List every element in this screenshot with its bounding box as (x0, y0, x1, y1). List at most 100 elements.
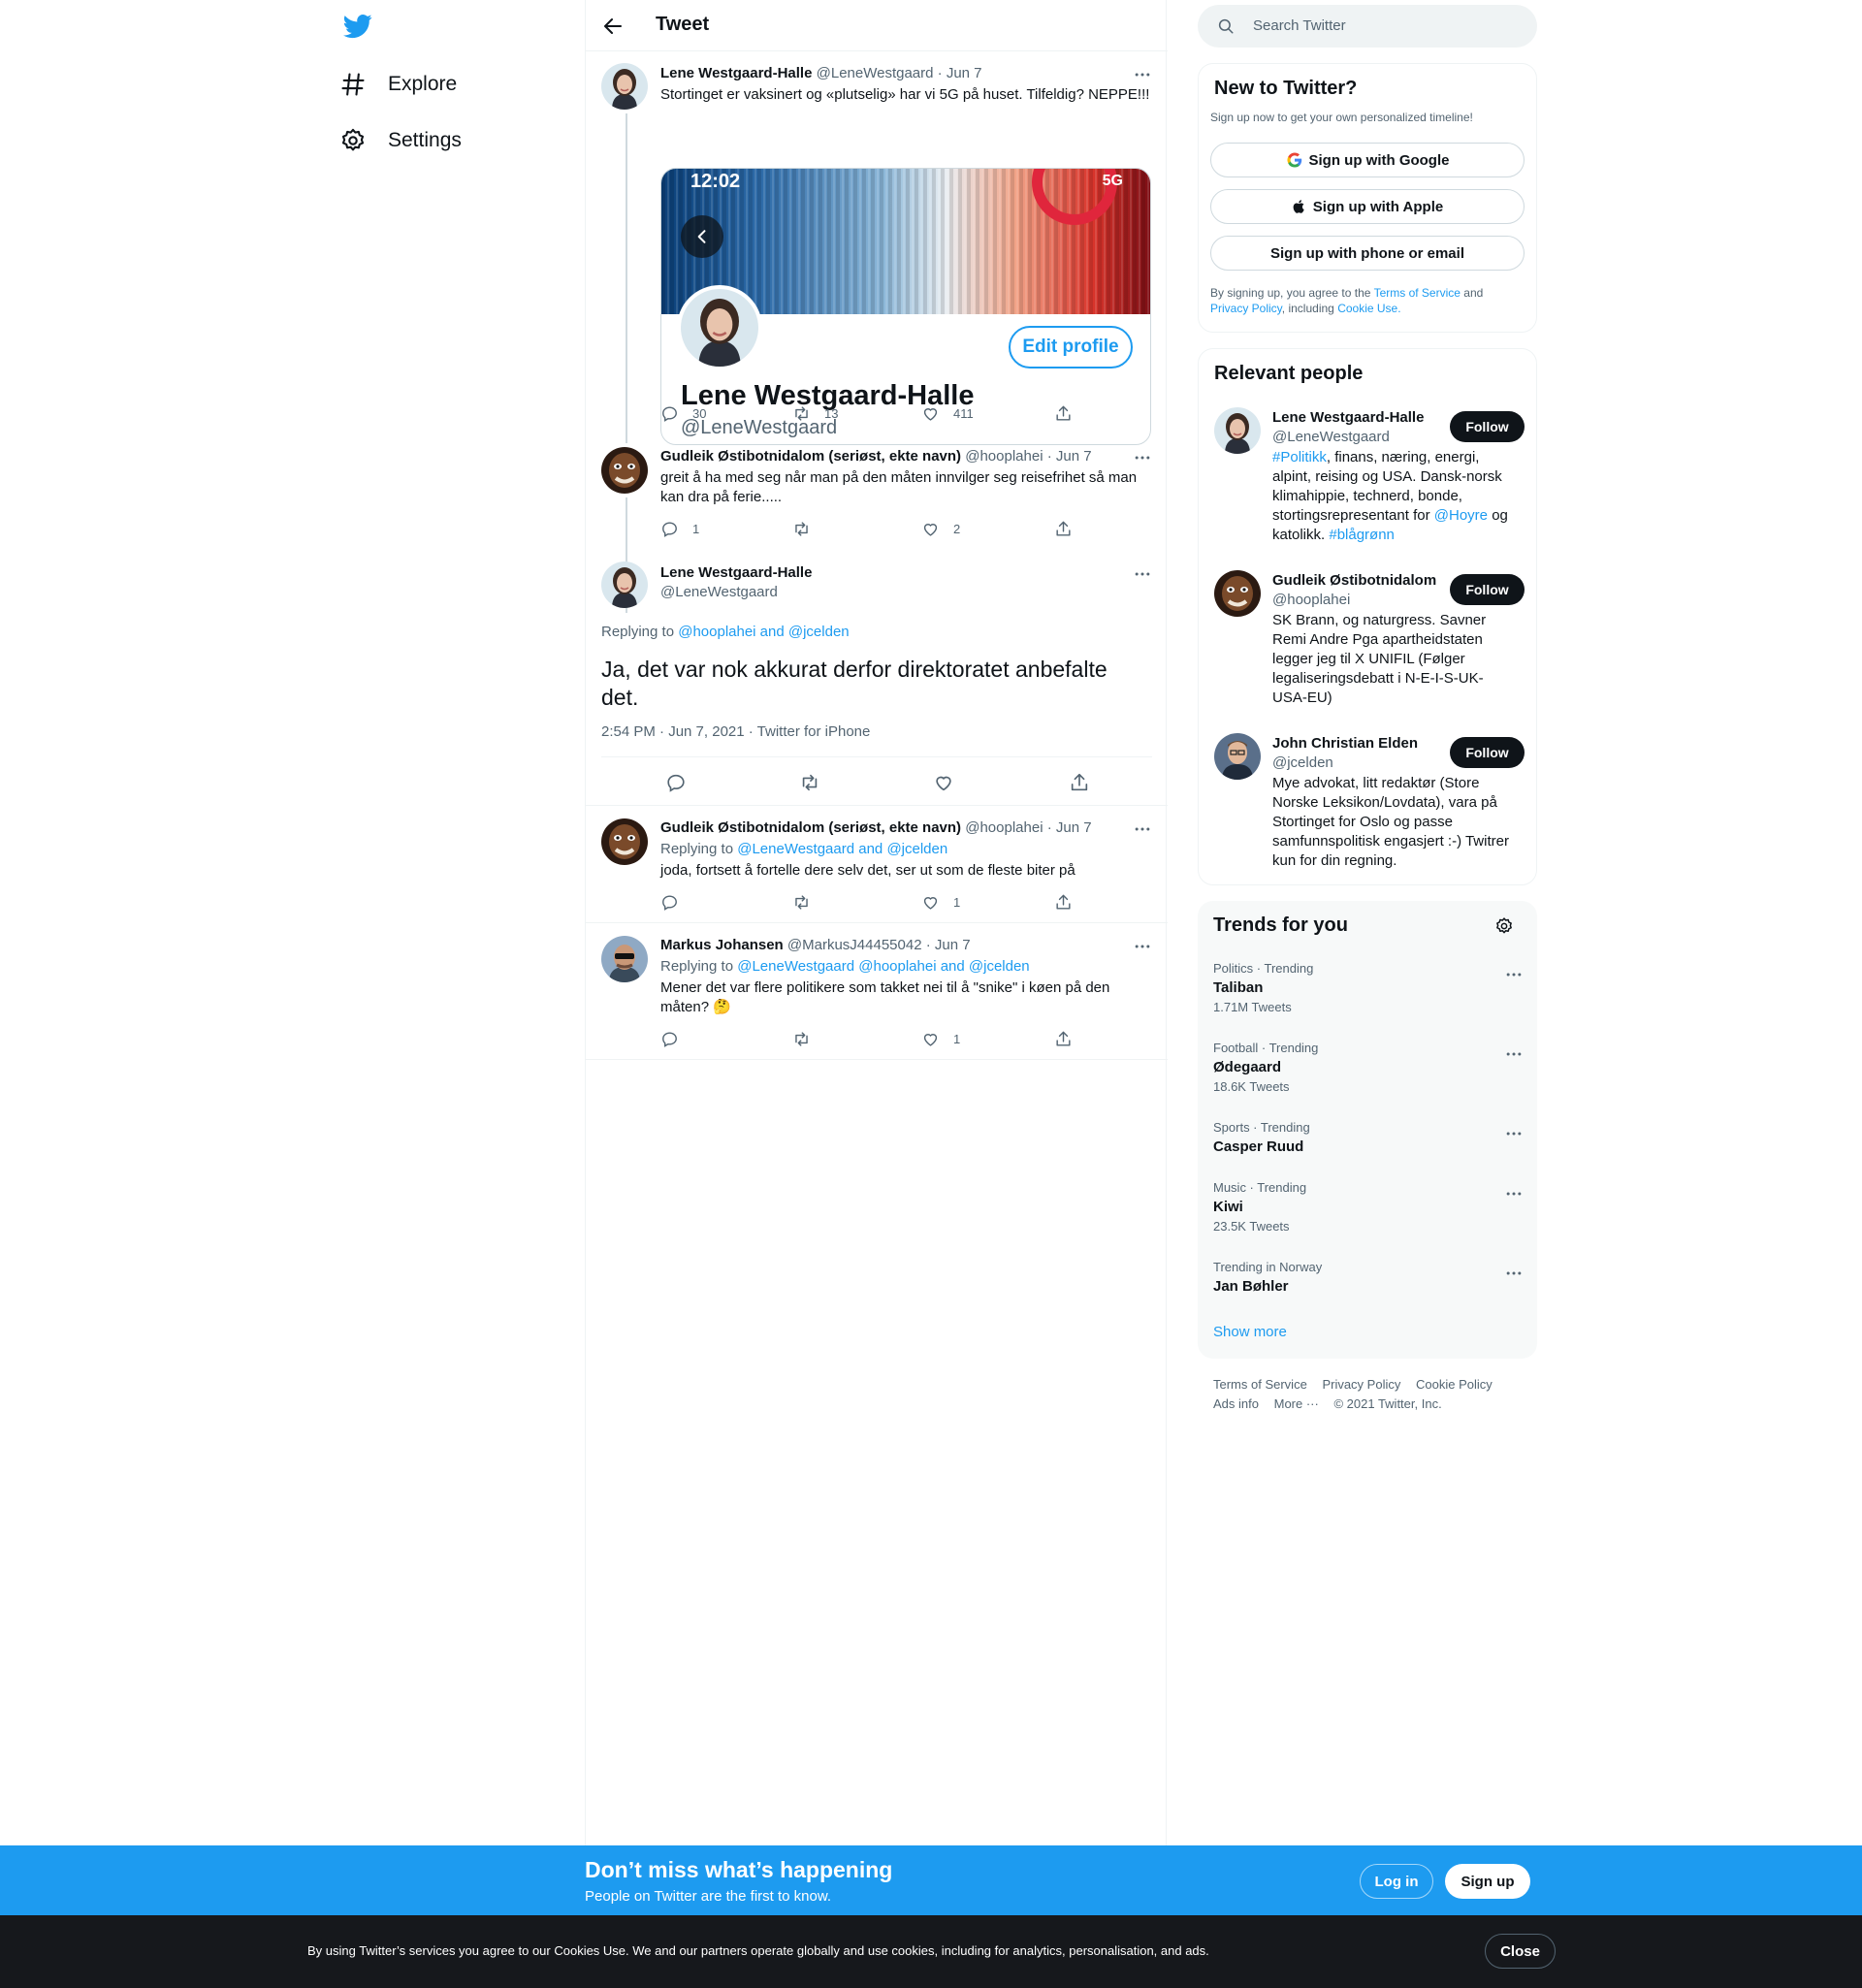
share-button[interactable] (1054, 1030, 1073, 1048)
back-arrow-icon[interactable] (601, 15, 625, 38)
reply-button[interactable] (660, 1030, 692, 1048)
retweet-button[interactable] (792, 893, 824, 912)
more-icon[interactable] (1504, 1184, 1524, 1203)
person-name[interactable]: John Christian Elden (1272, 735, 1418, 752)
person-name[interactable]: Lene Westgaard-Halle (1272, 409, 1424, 426)
avatar[interactable] (1214, 407, 1261, 454)
trend-item[interactable]: Trending in Norway Jan Bøhler (1213, 1260, 1524, 1295)
follow-button[interactable]: Follow (1450, 411, 1525, 442)
trend-item[interactable]: Music · Trending Kiwi 23.5K Tweets (1213, 1180, 1524, 1234)
author-name[interactable]: Gudleik Østibotnidalom (seriøst, ekte na… (660, 448, 961, 465)
show-more-link[interactable]: Show more (1213, 1324, 1287, 1340)
bio-mention[interactable]: @Hoyre (1434, 507, 1488, 524)
author-handle[interactable]: @hooplahei (965, 819, 1043, 836)
share-icon[interactable] (1069, 772, 1090, 793)
avatar[interactable] (1214, 570, 1261, 617)
more-icon[interactable] (1133, 448, 1152, 467)
more-icon[interactable] (1504, 1044, 1524, 1064)
more-icon[interactable] (1504, 1264, 1524, 1283)
person-card[interactable]: Gudleik Østibotnidalom @hooplahei Follow… (1214, 570, 1525, 725)
author-handle[interactable]: @LeneWestgaard (660, 584, 778, 600)
more-icon[interactable] (1133, 819, 1152, 839)
person-handle[interactable]: @jcelden (1272, 754, 1333, 771)
person-handle[interactable]: @hooplahei (1272, 592, 1350, 608)
login-button[interactable]: Log in (1360, 1864, 1433, 1899)
reply-tweet-1[interactable]: Gudleik Østibotnidalom (seriøst, ekte na… (586, 807, 1168, 923)
retweet-button[interactable] (792, 520, 824, 538)
reply-tweet-2[interactable]: Markus Johansen @MarkusJ44455042 · Jun 7… (586, 924, 1168, 1060)
tweet-date[interactable]: · Jun 7 (926, 937, 971, 953)
person-name[interactable]: Gudleik Østibotnidalom (1272, 572, 1436, 589)
cookie-use-link[interactable]: Cookie Use. (1337, 302, 1400, 315)
avatar[interactable] (601, 63, 648, 110)
search-box[interactable]: Search Twitter (1198, 5, 1537, 48)
author-handle[interactable]: @LeneWestgaard (817, 65, 934, 81)
twitter-logo-icon[interactable] (341, 12, 374, 41)
share-button[interactable] (1054, 404, 1073, 423)
retweet-icon[interactable] (799, 772, 820, 793)
nav-settings[interactable]: Settings (339, 119, 462, 162)
thread-tweet-1[interactable]: Lene Westgaard-Halle @LeneWestgaard · Ju… (586, 51, 1168, 445)
signup-phone-button[interactable]: Sign up with phone or email (1210, 236, 1525, 271)
footer-tos-link[interactable]: Terms of Service (1213, 1377, 1307, 1392)
follow-button[interactable]: Follow (1450, 574, 1525, 605)
reply-button[interactable] (660, 893, 692, 912)
terms-link[interactable]: Terms of Service (1374, 286, 1461, 300)
heart-icon[interactable] (933, 772, 954, 793)
avatar[interactable] (1214, 733, 1261, 780)
person-handle[interactable]: @LeneWestgaard (1272, 429, 1390, 445)
trend-item[interactable]: Football · Trending Ødegaard 18.6K Tweet… (1213, 1041, 1524, 1094)
bio-hashtag[interactable]: #Politikk (1272, 449, 1327, 465)
like-button[interactable]: 1 (921, 893, 960, 912)
author-handle[interactable]: @hooplahei (965, 448, 1043, 465)
signup-google-button[interactable]: Sign up with Google (1210, 143, 1525, 177)
replying-links[interactable]: @LeneWestgaard @hooplahei and @jcelden (737, 958, 1029, 975)
avatar[interactable] (601, 818, 648, 865)
signup-button[interactable]: Sign up (1445, 1864, 1530, 1899)
more-icon[interactable] (1133, 937, 1152, 956)
tweet-timestamp[interactable]: 2:54 PM · Jun 7, 2021 · Twitter for iPho… (601, 723, 870, 740)
author-name[interactable]: Lene Westgaard-Halle (660, 65, 812, 81)
author-handle[interactable]: @MarkusJ44455042 (787, 937, 922, 953)
footer-privacy-link[interactable]: Privacy Policy (1322, 1377, 1400, 1392)
gear-icon[interactable] (1494, 916, 1514, 936)
reply-button[interactable]: 1 (660, 520, 699, 538)
search-input[interactable]: Search Twitter (1253, 17, 1346, 34)
footer-more-link[interactable]: More ··· (1274, 1396, 1319, 1411)
thread-tweet-2[interactable]: Gudleik Østibotnidalom (seriøst, ekte na… (586, 439, 1168, 613)
replying-links[interactable]: @LeneWestgaard and @jcelden (737, 841, 947, 857)
share-button[interactable] (1054, 520, 1073, 538)
like-button[interactable]: 1 (921, 1030, 960, 1048)
close-cookie-button[interactable]: Close (1485, 1934, 1556, 1969)
signup-apple-button[interactable]: Sign up with Apple (1210, 189, 1525, 224)
trend-item[interactable]: Sports · Trending Casper Ruud (1213, 1120, 1524, 1155)
retweet-button[interactable]: 13 (792, 404, 838, 423)
footer-cookie-link[interactable]: Cookie Policy (1416, 1377, 1493, 1392)
avatar[interactable] (601, 561, 648, 608)
author-name[interactable]: Lene Westgaard-Halle (660, 564, 812, 581)
replying-links[interactable]: @hooplahei and @jcelden (678, 624, 849, 640)
author-name[interactable]: Gudleik Østibotnidalom (seriøst, ekte na… (660, 819, 961, 836)
bio-hashtag[interactable]: #blågrønn (1329, 527, 1395, 543)
like-button[interactable]: 2 (921, 520, 960, 538)
author-name[interactable]: Markus Johansen (660, 937, 784, 953)
more-icon[interactable] (1504, 965, 1524, 984)
reply-icon[interactable] (665, 772, 687, 793)
trend-item[interactable]: Politics · Trending Taliban 1.71M Tweets (1213, 961, 1524, 1014)
tweet-date[interactable]: · Jun 7 (1047, 819, 1092, 836)
share-button[interactable] (1054, 893, 1073, 912)
reply-button[interactable]: 30 (660, 404, 706, 423)
footer-ads-link[interactable]: Ads info (1213, 1396, 1259, 1411)
person-card[interactable]: John Christian Elden @jcelden Follow Mye… (1214, 733, 1525, 879)
retweet-button[interactable] (792, 1030, 824, 1048)
tweet-date[interactable]: · Jun 7 (938, 65, 982, 81)
avatar[interactable] (601, 447, 648, 494)
more-icon[interactable] (1133, 65, 1152, 84)
nav-explore[interactable]: Explore (339, 63, 457, 106)
like-button[interactable]: 411 (921, 404, 974, 423)
avatar[interactable] (601, 936, 648, 982)
privacy-link[interactable]: Privacy Policy (1210, 302, 1282, 315)
more-icon[interactable] (1504, 1124, 1524, 1143)
follow-button[interactable]: Follow (1450, 737, 1525, 768)
more-icon[interactable] (1133, 564, 1152, 584)
